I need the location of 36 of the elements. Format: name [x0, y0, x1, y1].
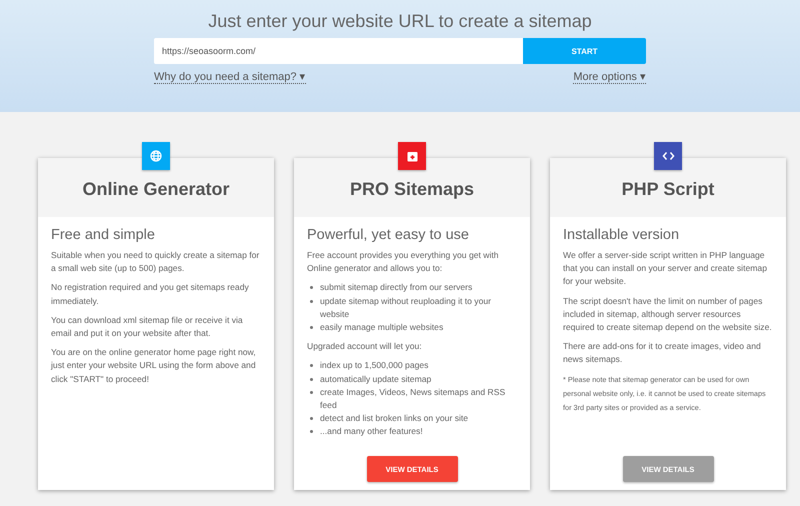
bullet-icon: [310, 390, 313, 394]
list-item-text: detect and list broken links on your site: [320, 413, 468, 424]
list-item-text: index up to 1,500,000 pages: [320, 360, 428, 370]
description-text: Suitable when you need to quickly create a sitemap for a small web site (up to 500) pages.: [51, 249, 260, 276]
page-title: Just enter your website URL to create a sitemap: [207, 10, 593, 33]
description-text: No registration required and you get sitemaps ready immediately.: [51, 281, 250, 308]
dropdown-link[interactable]: Why do you need a sitemap? ▾: [154, 70, 306, 84]
list-item-text: submit sitemap directly from our servers: [320, 282, 472, 292]
card-subtitle: Powerful, yet easy to use: [307, 226, 470, 245]
bullet-icon: [310, 300, 313, 303]
code-icon: [662, 151, 674, 161]
list-item-text: ...and many other features!: [320, 426, 423, 436]
bullet-icon: [310, 364, 313, 368]
globe-icon: [150, 150, 162, 162]
card-title: Online Generator: [82, 179, 230, 200]
description-text: You are on the online generator home page right now, just enter your website URL using the form above and click "START" to proceed!: [51, 346, 257, 386]
bullet-icon: [310, 326, 313, 330]
calendar-icon: [406, 150, 418, 162]
card-title: PHP Script: [622, 179, 714, 200]
list-item-text: easily manage multiple websites: [320, 322, 444, 332]
description-text: We offer a server-side script written in PHP language that you can install on your server and create sitemap for your website.: [563, 249, 768, 288]
card-subtitle: Free and simple: [51, 226, 156, 245]
description-text: The script doesn't have the limit on number of pages included in sitemap, although server resources required to create sitemap depend on the website size.: [563, 294, 773, 334]
description-text: Free account provides you everything you get with Online generator and allows you to:: [307, 249, 500, 276]
description-text: Upgraded account will let you:: [307, 340, 423, 354]
list-item-text: automatically update sitemap: [320, 374, 432, 384]
bullet-icon: [310, 430, 313, 434]
description-text: There are add-ons for it to create images, video and news sitemaps.: [563, 340, 762, 366]
card-title: PRO Sitemaps: [350, 179, 474, 200]
bullet-icon: [310, 417, 313, 420]
bullet-icon: [310, 378, 313, 381]
dropdown-link[interactable]: More options ▾: [573, 70, 646, 84]
url-input-field[interactable]: https://seoasoorm.com/: [154, 38, 523, 64]
card-subtitle: Installable version: [563, 226, 680, 245]
description-text: You can download xml sitemap file or receive it via email and put it on your website after that.: [51, 314, 244, 340]
bullet-icon: [310, 286, 313, 290]
